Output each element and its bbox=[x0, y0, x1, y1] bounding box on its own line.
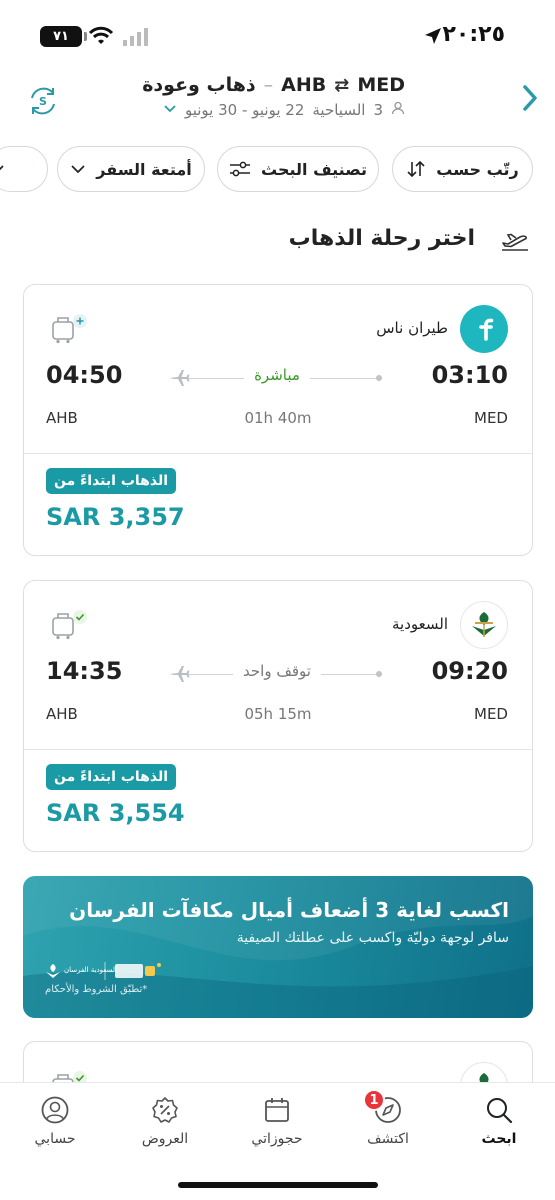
chevron-right-icon[interactable] bbox=[519, 82, 541, 114]
departure-time: 03:10 bbox=[431, 361, 508, 389]
status-time: ٢٠:٢٥ bbox=[442, 22, 505, 47]
wifi-icon bbox=[88, 26, 114, 44]
origin-dot bbox=[376, 375, 382, 381]
flight-card[interactable]: طيران ناس 03:10 04:50 مباشرة MED 01h 40m… bbox=[23, 284, 533, 556]
airline-name: طيران ناس bbox=[376, 319, 448, 337]
nav-account[interactable]: حسابي bbox=[10, 1095, 100, 1147]
price: SAR 3,554 bbox=[46, 799, 185, 827]
flight-path: مباشرة bbox=[169, 366, 382, 386]
discount-icon bbox=[152, 1097, 178, 1123]
partner-logos: السعودية الفرسان bbox=[46, 962, 161, 980]
calendar-icon bbox=[265, 1098, 289, 1122]
more-filter-button[interactable] bbox=[0, 146, 48, 192]
filter-chips: رتّب حسب تصنيف البحث أمتعة السفر bbox=[0, 146, 555, 194]
price-badge: الذهاب ابتداءً من bbox=[46, 468, 177, 494]
promo-banner[interactable]: اكسب لغاية 3 أضعاف أميال مكافآت الفرسان … bbox=[23, 876, 533, 1018]
stops-label: توقف واحد bbox=[233, 662, 321, 680]
section-title: اختر رحلة الذهاب bbox=[288, 226, 475, 251]
stops-label: مباشرة bbox=[244, 366, 310, 384]
airline-name: السعودية bbox=[391, 615, 448, 633]
sort-arrows-icon bbox=[407, 160, 425, 178]
arrival-code: AHB bbox=[46, 409, 78, 427]
passenger-icon bbox=[391, 101, 405, 119]
nav-search[interactable]: ابحث bbox=[454, 1095, 544, 1147]
battery-level: ٧١ bbox=[53, 29, 69, 44]
divider bbox=[24, 453, 532, 454]
status-bar: ٧١ ٢٠:٢٥ bbox=[0, 0, 555, 66]
flynas-logo bbox=[460, 305, 508, 353]
sort-button[interactable]: رتّب حسب bbox=[392, 146, 533, 192]
currency-switch-icon[interactable]: S bbox=[26, 84, 60, 118]
nav-label: اكتشف bbox=[367, 1131, 409, 1147]
account-icon bbox=[41, 1096, 69, 1124]
flight-path: توقف واحد bbox=[169, 662, 382, 682]
nav-label: حسابي bbox=[34, 1131, 76, 1147]
chevron-down-icon bbox=[163, 103, 177, 118]
price: SAR 3,357 bbox=[46, 503, 185, 531]
route-summary[interactable]: MED ⇄ AHB – ذهاب وعودة bbox=[142, 74, 405, 96]
arrival-code: AHB bbox=[46, 705, 78, 723]
arrival-time: 14:35 bbox=[46, 657, 123, 685]
flight-duration: 05h 15m bbox=[244, 705, 312, 723]
classify-button[interactable]: تصنيف البحث bbox=[217, 146, 379, 192]
search-summary-header: MED ⇄ AHB – ذهاب وعودة 3 السياحية 22 يون… bbox=[0, 66, 555, 134]
nav-label: العروض bbox=[141, 1131, 189, 1147]
divider bbox=[24, 749, 532, 750]
baggage-add-icon bbox=[52, 314, 87, 344]
saudia-logo bbox=[460, 601, 508, 649]
origin-code: MED bbox=[357, 74, 405, 96]
cabin-class: السياحية bbox=[312, 101, 366, 119]
plane-icon bbox=[169, 370, 190, 386]
flight-card[interactable]: السعودية 09:20 14:35 توقف واحد MED 05h 1… bbox=[23, 580, 533, 852]
flight-duration: 01h 40m bbox=[244, 409, 312, 427]
baggage-filter-button[interactable]: أمتعة السفر bbox=[57, 146, 205, 192]
price-badge: الذهاب ابتداءً من bbox=[46, 764, 177, 790]
trip-type: ذهاب وعودة bbox=[142, 74, 256, 96]
chevron-down-icon bbox=[0, 165, 4, 171]
svg-text:S: S bbox=[39, 95, 47, 108]
passenger-count: 3 bbox=[373, 101, 383, 119]
home-indicator[interactable] bbox=[178, 1182, 378, 1188]
separator: – bbox=[263, 74, 274, 96]
nav-bookings[interactable]: حجوزاتي bbox=[232, 1095, 322, 1147]
route-details[interactable]: 3 السياحية 22 يونيو - 30 يونيو bbox=[163, 101, 405, 119]
search-icon bbox=[487, 1098, 513, 1124]
promo-title: اكسب لغاية 3 أضعاف أميال مكافآت الفرسان bbox=[69, 898, 509, 922]
classify-label: تصنيف البحث bbox=[261, 159, 367, 179]
sort-label: رتّب حسب bbox=[436, 159, 519, 179]
promo-subtitle: سافر لوجهة دوليّة واكسب على عطلتك الصيفي… bbox=[236, 930, 509, 946]
destination-code: AHB bbox=[281, 74, 327, 96]
partner-logo-text: السعودية الفرسان bbox=[64, 966, 117, 974]
promo-terms[interactable]: *تطبّق الشروط والأحكام bbox=[45, 984, 147, 995]
baggage-label: أمتعة السفر bbox=[96, 159, 192, 179]
signal-icon bbox=[123, 28, 148, 46]
plane-takeoff-icon bbox=[502, 233, 528, 251]
notification-badge: 1 bbox=[363, 1089, 385, 1111]
nav-offers[interactable]: العروض bbox=[120, 1095, 210, 1147]
nav-explore[interactable]: 1 اكتشف bbox=[343, 1089, 433, 1147]
plane-icon bbox=[169, 666, 190, 682]
nav-label: ابحث bbox=[481, 1131, 517, 1147]
travel-dates: 22 يونيو - 30 يونيو bbox=[184, 101, 305, 119]
battery-icon: ٧١ bbox=[40, 26, 87, 47]
baggage-included-icon bbox=[52, 610, 87, 640]
sliders-icon bbox=[230, 161, 251, 177]
nav-label: حجوزاتي bbox=[251, 1131, 303, 1147]
departure-time: 09:20 bbox=[431, 657, 508, 685]
chevron-down-icon bbox=[71, 165, 85, 174]
origin-dot bbox=[376, 671, 382, 677]
swap-arrows-icon: ⇄ bbox=[334, 74, 350, 96]
arrival-time: 04:50 bbox=[46, 361, 123, 389]
location-arrow-icon bbox=[425, 28, 441, 44]
